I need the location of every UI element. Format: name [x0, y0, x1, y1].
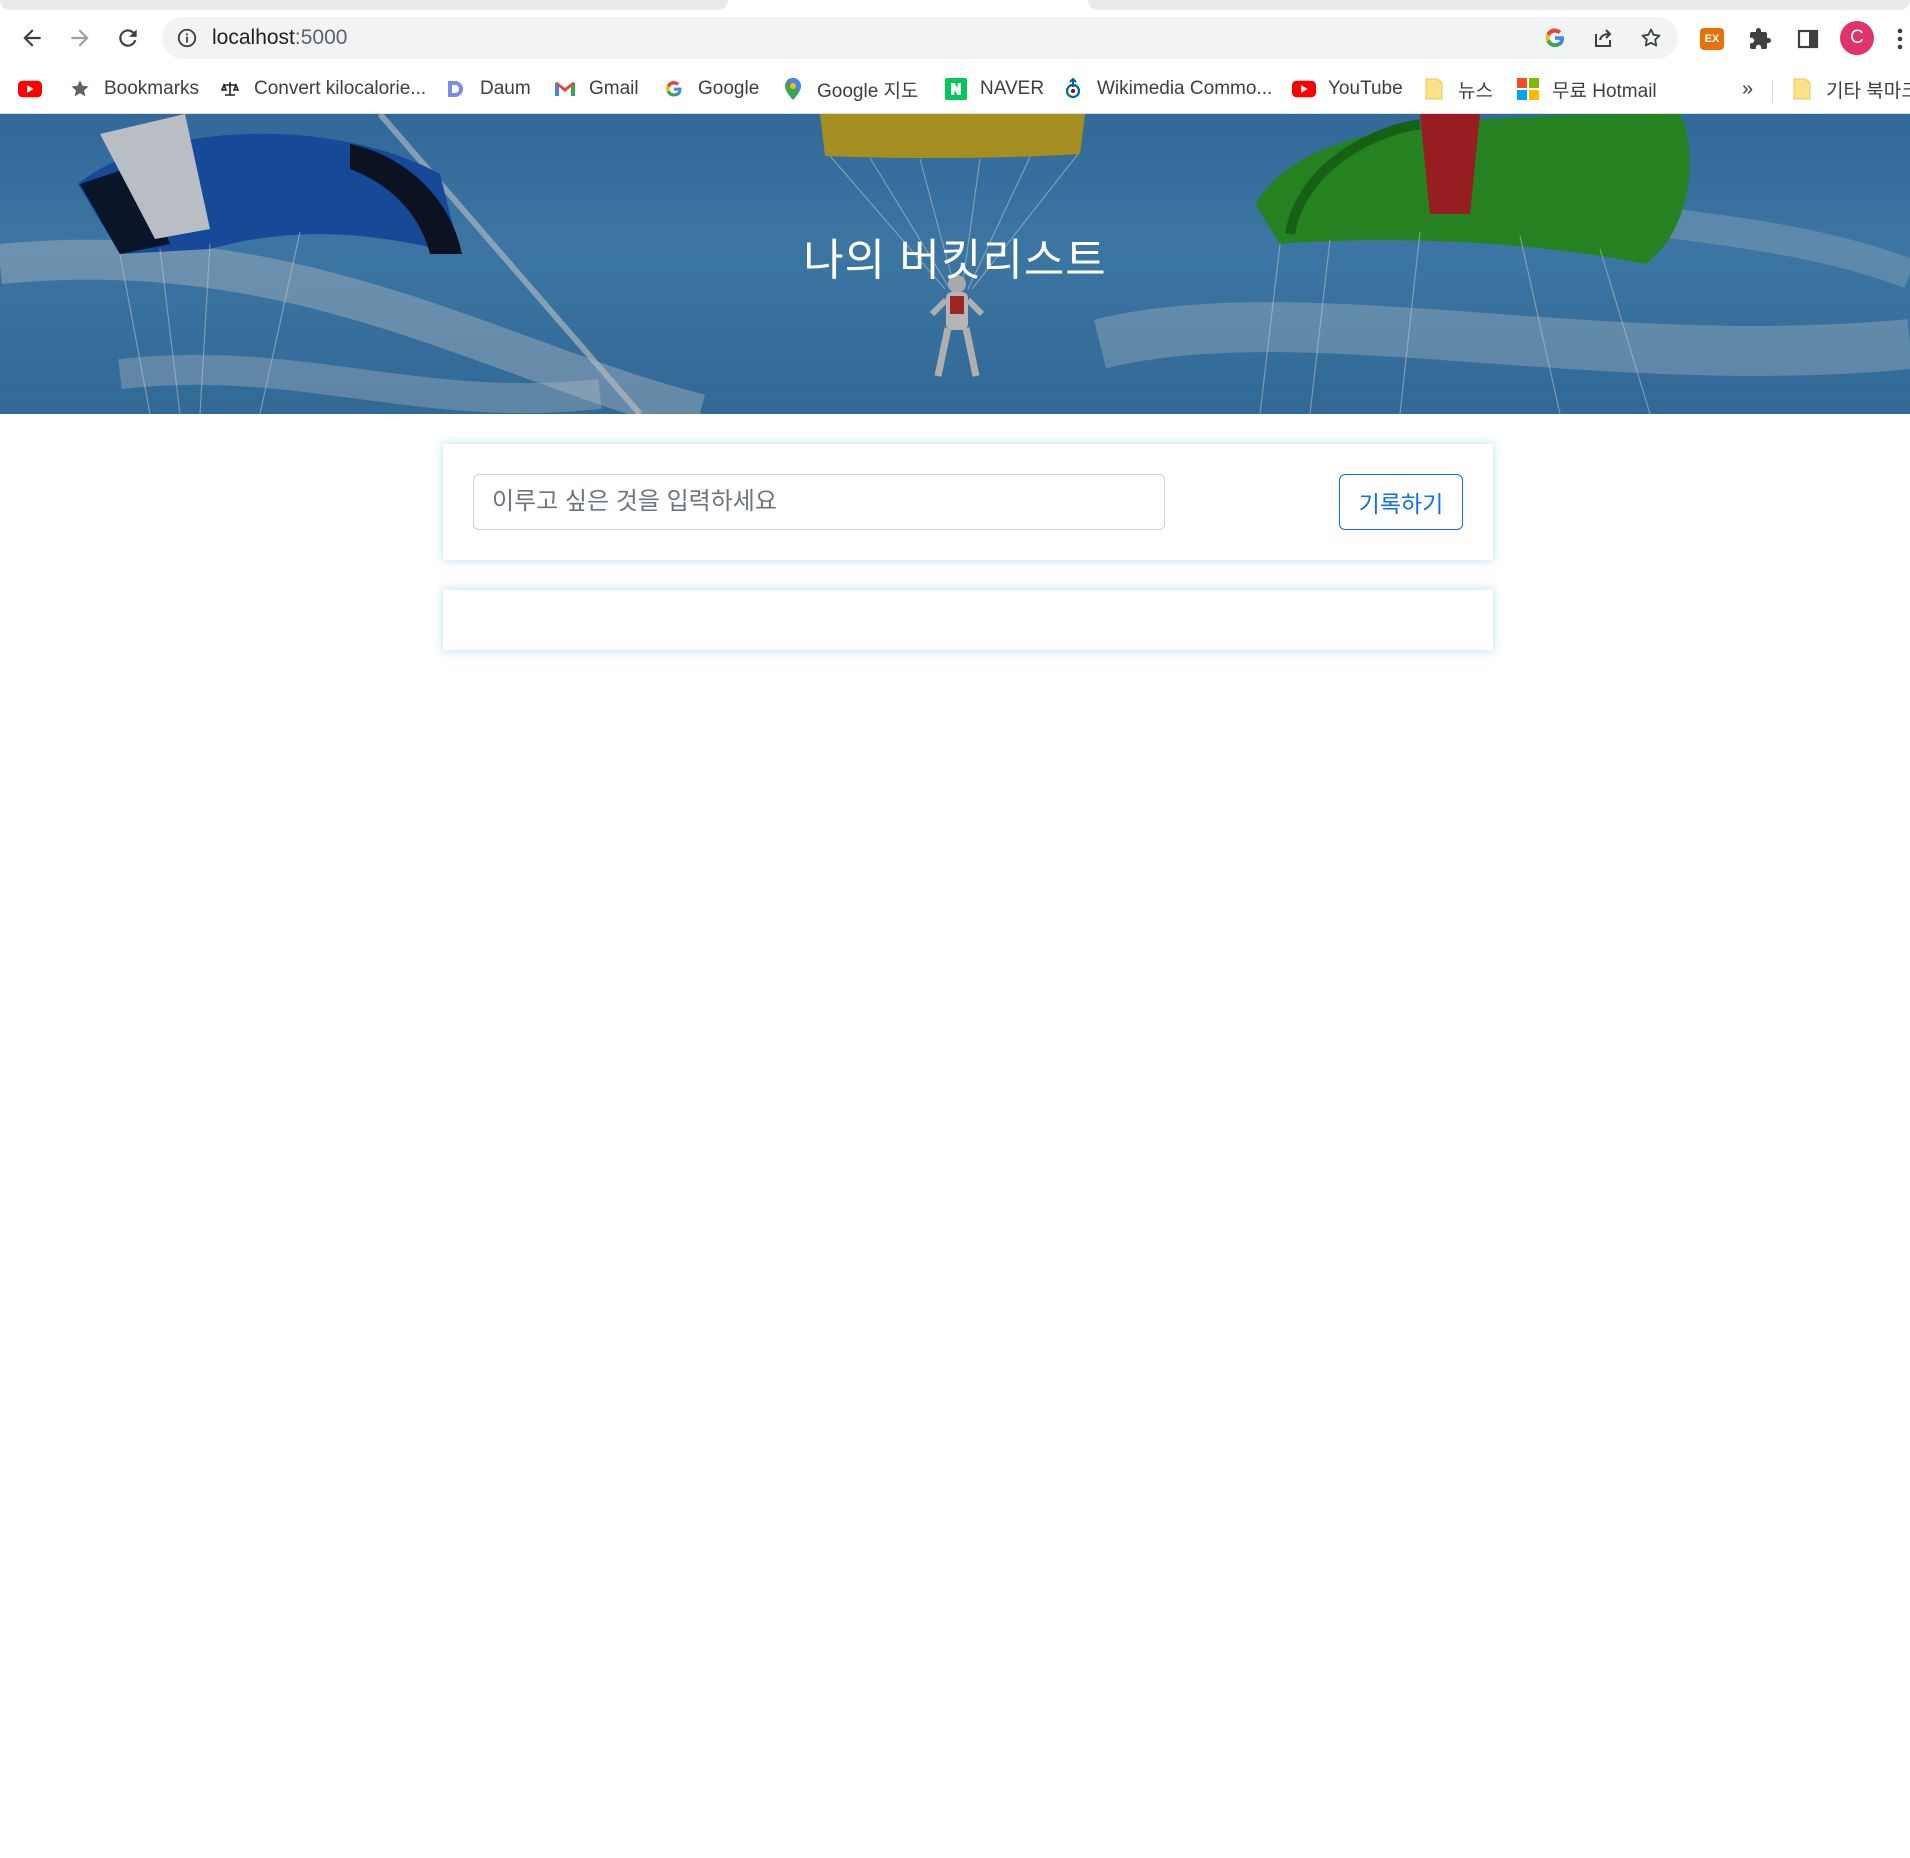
record-button[interactable]: 기록하기 — [1339, 474, 1463, 530]
bookmark-label: Wikimedia Commo... — [1097, 78, 1273, 99]
folder-icon — [1422, 77, 1446, 101]
google-lens-icon[interactable] — [1542, 25, 1568, 51]
naver-icon — [944, 77, 968, 101]
google-icon — [662, 77, 686, 101]
chevron-double-right-icon: » — [1742, 77, 1754, 100]
extensions-puzzle-icon[interactable] — [1744, 23, 1776, 55]
bookmark-label: 뉴스 — [1458, 80, 1493, 102]
folder-icon — [1790, 77, 1814, 101]
back-arrow-icon — [23, 29, 41, 47]
extension-ex-icon[interactable]: EX — [1696, 23, 1728, 55]
bucket-list-card — [443, 590, 1493, 650]
browser-toolbar: localhost:5000 EX C — [0, 12, 1910, 64]
bookmark-label: Google 지도 — [817, 80, 919, 102]
youtube-icon — [1292, 77, 1316, 101]
url-text[interactable]: localhost:5000 — [212, 17, 347, 59]
forward-arrow-icon — [71, 29, 89, 47]
bookmark-naver[interactable]: NAVER — [944, 72, 1044, 106]
profile-initial: C — [1850, 27, 1864, 48]
bookmark-wikimedia-commons[interactable]: Wikimedia Commo... — [1061, 72, 1272, 106]
bookmark-label: Gmail — [589, 78, 639, 99]
more-menu-icon[interactable] — [1890, 23, 1910, 55]
daum-icon — [444, 77, 468, 101]
back-button[interactable] — [12, 18, 52, 58]
bookmark-label: Google — [698, 78, 760, 99]
gmail-icon — [553, 77, 577, 101]
tab-strip — [0, 0, 1910, 12]
scale-icon — [218, 77, 242, 101]
site-info-icon[interactable] — [176, 27, 198, 49]
bookmark-label: Convert kilocalorie... — [254, 78, 427, 99]
forward-button[interactable] — [60, 18, 100, 58]
bookmark-hotmail[interactable]: 무료 Hotmail — [1516, 72, 1657, 106]
url-port: :5000 — [294, 26, 348, 49]
bookmarks-divider — [1772, 80, 1773, 102]
bookmark-label: Daum — [480, 78, 531, 99]
youtube-icon — [18, 77, 42, 101]
bookmark-label: NAVER — [980, 78, 1045, 99]
microsoft-icon — [1516, 77, 1540, 101]
maps-pin-icon — [781, 77, 805, 101]
address-bar[interactable]: localhost:5000 — [162, 17, 1678, 59]
extension-label: EX — [1700, 28, 1724, 50]
page-title: 나의 버킷리스트 — [803, 236, 1107, 285]
bookmark-star-icon[interactable] — [1638, 25, 1664, 51]
side-panel-icon[interactable] — [1792, 23, 1824, 55]
bookmark-daum[interactable]: Daum — [444, 72, 531, 106]
bucket-input-card: 기록하기 — [443, 444, 1493, 560]
bookmark-label: 기타 북마크 — [1826, 80, 1910, 102]
bookmark-label: 무료 Hotmail — [1552, 80, 1657, 102]
bookmark-other-bookmarks[interactable]: 기타 북마크 — [1790, 72, 1910, 106]
reload-icon — [119, 29, 137, 47]
wikimedia-icon — [1061, 77, 1085, 101]
bookmarks-overflow-button[interactable]: » — [1742, 72, 1753, 106]
share-icon[interactable] — [1590, 25, 1616, 51]
star-icon — [68, 77, 92, 101]
url-host: localhost — [212, 26, 295, 49]
hero-banner: 나의 버킷리스트 — [0, 114, 1910, 414]
bookmark-convert-kilocalorie[interactable]: Convert kilocalorie... — [218, 72, 426, 106]
bookmark-youtube-shortcut[interactable] — [18, 72, 42, 106]
browser-tab[interactable] — [1088, 0, 1910, 10]
profile-avatar[interactable]: C — [1840, 21, 1874, 55]
bookmark-folder-news[interactable]: 뉴스 — [1422, 72, 1493, 106]
bookmark-youtube[interactable]: YouTube — [1292, 72, 1403, 106]
bookmark-label: Bookmarks — [104, 78, 200, 99]
bookmark-bookmarks[interactable]: Bookmarks — [68, 72, 199, 106]
bookmark-google[interactable]: Google — [662, 72, 759, 106]
reload-button[interactable] — [108, 18, 148, 58]
bookmarks-bar: Bookmarks Convert kilocalorie... Daum Gm… — [0, 64, 1910, 114]
bookmark-google-maps[interactable]: Google 지도 — [781, 72, 919, 106]
bucket-input[interactable] — [473, 474, 1165, 530]
bookmark-label: YouTube — [1328, 78, 1403, 99]
browser-tab[interactable] — [0, 0, 728, 10]
bookmark-gmail[interactable]: Gmail — [553, 72, 639, 106]
